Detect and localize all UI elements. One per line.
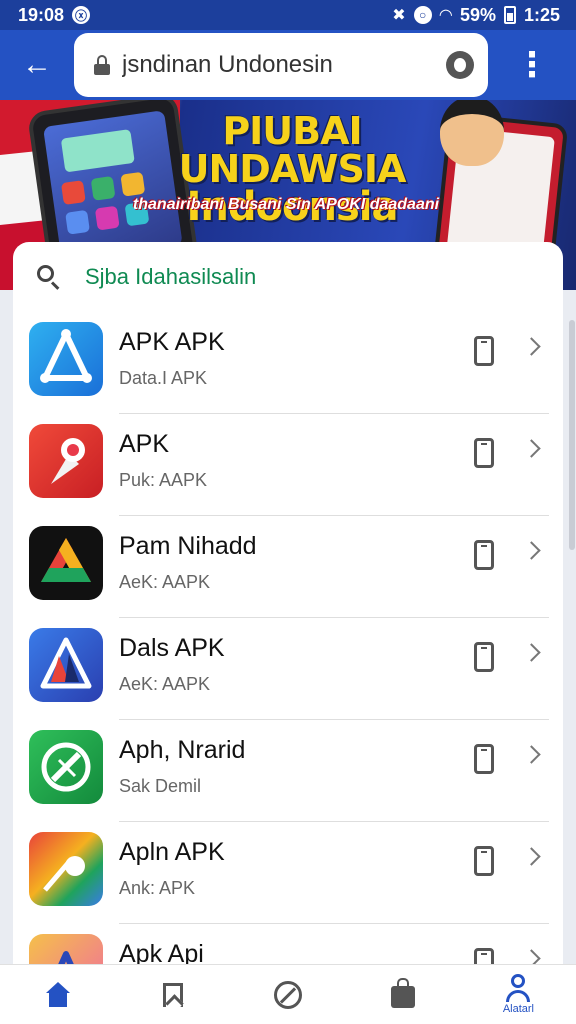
app-subtitle: Data.I APK bbox=[119, 368, 208, 388]
nav-bookmarks[interactable] bbox=[115, 965, 230, 1024]
prism-app-icon bbox=[29, 628, 103, 702]
battery-percent: 59% bbox=[459, 4, 496, 25]
status-left: 19:08 ⓧ bbox=[18, 4, 91, 26]
overflow-menu-button[interactable]: ⋮ bbox=[488, 30, 576, 100]
app-bar: ← jsndinan Undonesin ⋮ bbox=[0, 30, 576, 100]
banner-title-line1: PIUBAI UNDAWSIA bbox=[178, 109, 407, 191]
app-list-card: Sjba Idahasilsalin APK APK Data.I APK AP… bbox=[13, 242, 563, 982]
status-right-time: 1:25 bbox=[523, 4, 560, 25]
list-item[interactable]: Dals APK AeK: AAPK bbox=[13, 618, 563, 720]
chevron-right-icon[interactable] bbox=[522, 847, 541, 866]
chevron-right-icon[interactable] bbox=[522, 541, 541, 560]
battery-icon bbox=[503, 6, 516, 24]
app-name: Dals APK bbox=[119, 634, 225, 662]
app-name: APK APK bbox=[119, 328, 225, 356]
chevron-right-icon[interactable] bbox=[522, 643, 541, 662]
scrollbar[interactable] bbox=[569, 320, 575, 550]
search-text[interactable]: Sjba Idahasilsalin bbox=[85, 264, 256, 290]
nav-store[interactable] bbox=[346, 965, 461, 1024]
chevron-right-icon[interactable] bbox=[522, 745, 541, 764]
back-arrow-icon: ← bbox=[22, 48, 52, 81]
app-name: Apln APK bbox=[119, 838, 225, 866]
app-subtitle: Puk: AAPK bbox=[119, 470, 208, 490]
chevron-right-icon[interactable] bbox=[522, 337, 541, 356]
device-icon[interactable] bbox=[474, 540, 494, 570]
ice-cream-app-icon bbox=[29, 424, 103, 498]
drive-app-icon bbox=[29, 526, 103, 600]
device-icon[interactable] bbox=[474, 642, 494, 672]
address-bar[interactable]: jsndinan Undonesin bbox=[74, 33, 488, 97]
nav-home[interactable] bbox=[0, 965, 115, 1024]
search-icon bbox=[37, 265, 61, 290]
bookmark-icon bbox=[162, 982, 183, 1007]
device-icon[interactable] bbox=[474, 846, 494, 876]
url-text[interactable]: jsndinan Undonesin bbox=[122, 51, 446, 79]
list-item[interactable]: APK APK Data.I APK bbox=[13, 312, 563, 414]
list-item[interactable]: Apln APK Ank: APK bbox=[13, 822, 563, 924]
site-info-icon[interactable] bbox=[446, 51, 474, 79]
nav-account[interactable]: Alatarl bbox=[461, 965, 576, 1024]
bag-icon bbox=[391, 977, 416, 1008]
app-name: APK bbox=[119, 430, 170, 458]
app-subtitle: AeK: AAPK bbox=[119, 572, 211, 592]
status-right: ✖ ○ ◠ 59% 1:25 bbox=[392, 5, 560, 26]
device-icon[interactable] bbox=[474, 438, 494, 468]
list-item[interactable]: APK Puk: AAPK bbox=[13, 414, 563, 516]
device-icon[interactable] bbox=[474, 744, 494, 774]
sync-icon: ○ bbox=[413, 6, 432, 24]
color-app-icon bbox=[29, 832, 103, 906]
mute-icon: ✖ bbox=[392, 7, 406, 24]
app-name: Pam Nihadd bbox=[119, 532, 257, 560]
device-icon[interactable] bbox=[474, 336, 494, 366]
compass-icon bbox=[274, 980, 302, 1009]
list-item[interactable]: Pam Nihadd AeK: AAPK bbox=[13, 516, 563, 618]
nav-account-label: Alatarl bbox=[502, 1003, 534, 1015]
wifi-icon: ◠ bbox=[439, 7, 452, 24]
app-subtitle: Sak Demil bbox=[119, 776, 202, 796]
user-icon bbox=[504, 974, 532, 1002]
nav-explore[interactable] bbox=[230, 965, 345, 1024]
status-time: 19:08 bbox=[18, 4, 65, 25]
app-name: Aph, Nrarid bbox=[119, 736, 246, 764]
home-icon bbox=[45, 981, 71, 1008]
triangle-app-icon bbox=[29, 322, 103, 396]
app-subtitle: Ank: APK bbox=[119, 878, 196, 898]
compass-app-icon bbox=[29, 730, 103, 804]
bottom-navigation: Alatarl bbox=[0, 964, 576, 1024]
search-bar[interactable]: Sjba Idahasilsalin bbox=[13, 242, 563, 312]
lock-icon bbox=[94, 55, 110, 75]
more-vert-icon: ⋮ bbox=[515, 46, 549, 84]
notification-icon: ⓧ bbox=[72, 6, 91, 24]
banner-subtitle: thanairibani Busani Sin APOKI daadaani bbox=[132, 196, 440, 213]
list-item[interactable]: Aph, Nrarid Sak Demil bbox=[13, 720, 563, 822]
back-button[interactable]: ← bbox=[0, 30, 74, 100]
status-bar: 19:08 ⓧ ✖ ○ ◠ 59% 1:25 bbox=[0, 0, 576, 30]
chevron-right-icon[interactable] bbox=[522, 439, 541, 458]
app-subtitle: AeK: AAPK bbox=[119, 674, 211, 694]
